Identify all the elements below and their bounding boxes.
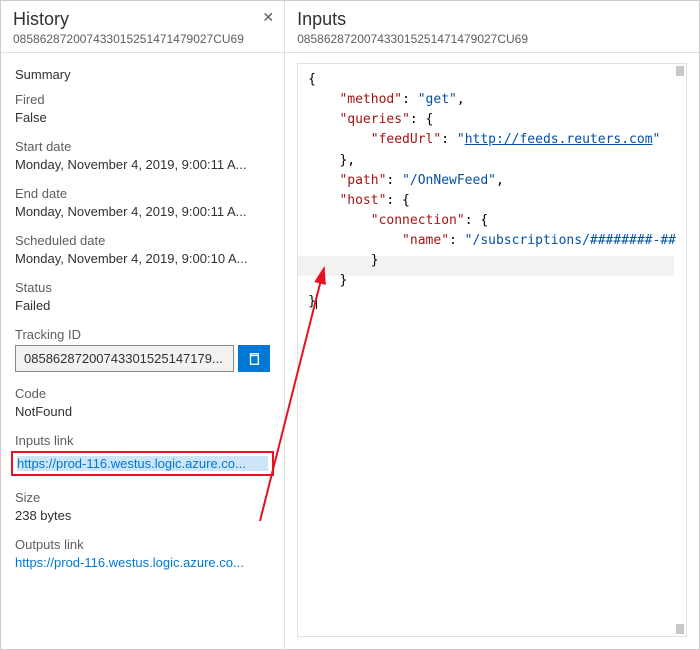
- field-outputs-link: Outputs link https://prod-116.westus.log…: [15, 537, 270, 570]
- json-queries-key: queries: [347, 112, 402, 127]
- copy-icon: [247, 352, 261, 366]
- field-end-date: End date Monday, November 4, 2019, 9:00:…: [15, 186, 270, 219]
- json-host-key: host: [347, 193, 378, 208]
- json-name-key: name: [410, 233, 441, 248]
- json-method: get: [426, 92, 449, 107]
- field-code: Code NotFound: [15, 386, 270, 419]
- inputs-panel: Inputs 085862872007433015251471479027CU6…: [285, 1, 699, 649]
- end-date-value: Monday, November 4, 2019, 9:00:11 A...: [15, 204, 270, 219]
- scrollbar-thumb-bottom[interactable]: [676, 624, 684, 634]
- tracking-id-input[interactable]: 08586287200743301525147179...: [15, 345, 234, 372]
- history-title: History: [13, 9, 272, 30]
- start-date-label: Start date: [15, 139, 270, 154]
- json-path-val: /OnNewFeed: [410, 173, 488, 188]
- json-feedurl-key: feedUrl: [379, 132, 434, 147]
- json-connection-key: connection: [379, 213, 457, 228]
- inputs-link[interactable]: https://prod-116.westus.logic.azure.co..…: [17, 456, 268, 471]
- code-label: Code: [15, 386, 270, 401]
- history-header: History 085862872007433015251471479027CU…: [1, 1, 284, 53]
- code-value: NotFound: [15, 404, 270, 419]
- field-fired: Fired False: [15, 92, 270, 125]
- status-value: Failed: [15, 298, 270, 313]
- scheduled-label: Scheduled date: [15, 233, 270, 248]
- json-feedurl-val[interactable]: http://feeds.reuters.com: [465, 132, 653, 147]
- fired-label: Fired: [15, 92, 270, 107]
- outputs-link-label: Outputs link: [15, 537, 270, 552]
- status-label: Status: [15, 280, 270, 295]
- field-start-date: Start date Monday, November 4, 2019, 9:0…: [15, 139, 270, 172]
- fired-value: False: [15, 110, 270, 125]
- json-path-key: path: [347, 173, 378, 188]
- field-inputs-link: Inputs link https://prod-116.westus.logi…: [15, 433, 270, 476]
- tracking-label: Tracking ID: [15, 327, 270, 342]
- field-scheduled-date: Scheduled date Monday, November 4, 2019,…: [15, 233, 270, 266]
- outputs-link[interactable]: https://prod-116.westus.logic.azure.co..…: [15, 555, 270, 570]
- end-date-label: End date: [15, 186, 270, 201]
- json-name-val: /subscriptions/########-##: [473, 233, 677, 248]
- start-date-value: Monday, November 4, 2019, 9:00:11 A...: [15, 157, 270, 172]
- json-viewer[interactable]: { "method": "get", "queries": { "feedUrl…: [297, 63, 687, 637]
- close-icon[interactable]: ✕: [262, 9, 274, 26]
- history-id: 085862872007433015251471479027CU69: [13, 32, 272, 46]
- field-tracking-id: Tracking ID 08586287200743301525147179..…: [15, 327, 270, 372]
- summary-title: Summary: [15, 67, 270, 82]
- inputs-id: 085862872007433015251471479027CU69: [297, 32, 687, 46]
- summary-section: Summary Fired False Start date Monday, N…: [1, 53, 284, 584]
- inputs-link-label: Inputs link: [15, 433, 270, 448]
- inputs-title: Inputs: [297, 9, 687, 30]
- field-size: Size 238 bytes: [15, 490, 270, 523]
- copy-button[interactable]: [238, 345, 270, 372]
- history-panel: History 085862872007433015251471479027CU…: [1, 1, 285, 649]
- json-content: { "method": "get", "queries": { "feedUrl…: [308, 70, 676, 312]
- size-value: 238 bytes: [15, 508, 270, 523]
- inputs-header: Inputs 085862872007433015251471479027CU6…: [285, 1, 699, 53]
- scrollbar-thumb-top[interactable]: [676, 66, 684, 76]
- field-status: Status Failed: [15, 280, 270, 313]
- inputs-link-highlight: https://prod-116.westus.logic.azure.co..…: [11, 451, 274, 476]
- text-caret: [316, 294, 317, 309]
- scheduled-value: Monday, November 4, 2019, 9:00:10 A...: [15, 251, 270, 266]
- size-label: Size: [15, 490, 270, 505]
